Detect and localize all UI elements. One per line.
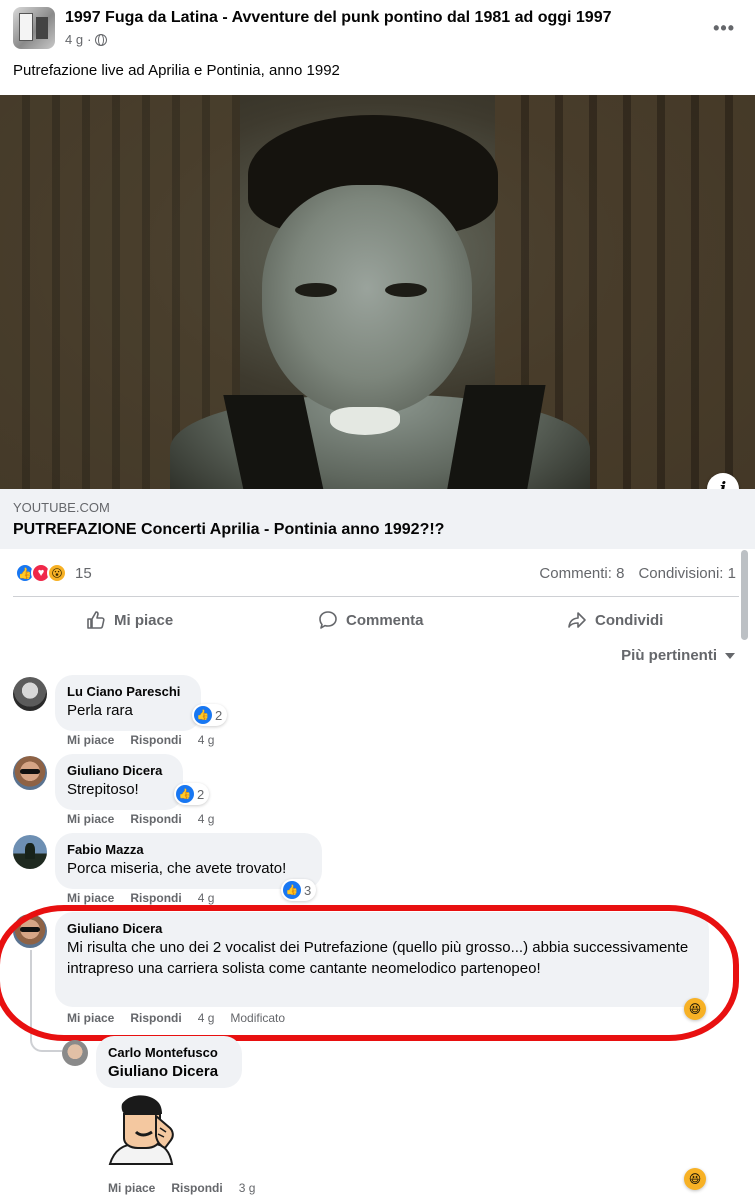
shares-count[interactable]: Condivisioni: 1 [638,565,736,582]
comment-time[interactable]: 4 g [198,891,215,905]
reaction-number: 2 [197,786,205,802]
comment-like-button[interactable]: Mi piace [67,812,114,826]
facepalm-sticker[interactable] [106,1088,186,1168]
like-label: Mi piace [114,611,174,629]
post-text: Putrefazione live ad Aprilia e Pontinia,… [13,62,340,79]
group-name[interactable]: 1997 Fuga da Latina - Avventure del punk… [65,9,612,27]
group-avatar[interactable] [13,7,55,49]
comment-bubble: Fabio Mazza Porca miseria, che avete tro… [55,833,322,889]
avatar[interactable] [13,835,47,869]
reaction-number: 3 [304,882,312,898]
comment-reply-button[interactable]: Rispondi [130,812,181,826]
post-time[interactable]: 4 g [65,32,83,47]
post-header: 1997 Fuga da Latina - Avventure del punk… [0,0,755,58]
thumbs-up-icon [87,611,105,629]
laugh-reaction-icon[interactable]: 😆 [684,1168,706,1190]
caret-down-icon [725,652,735,659]
meta-separator: · [87,32,92,47]
comment-label: Commenta [346,611,424,629]
wow-reaction-icon: 😮 [47,563,67,583]
post-stats: Commenti: 8 Condivisioni: 1 [539,565,736,582]
reaction-count[interactable]: 15 [75,565,92,582]
comment-author[interactable]: Lu Ciano Pareschi [67,683,189,700]
comment-reply-button[interactable]: Rispondi [130,733,181,747]
reply-author[interactable]: Carlo Montefusco [108,1044,230,1061]
avatar[interactable] [13,756,47,790]
reply-bubble: Carlo Montefusco Giuliano Dicera [96,1036,242,1088]
comment-bubble: Lu Ciano Pareschi Perla rara [55,675,201,731]
link-title[interactable]: PUTREFAZIONE Concerti Aprilia - Pontinia… [13,521,444,539]
share-label: Condividi [595,611,664,629]
post-meta: 4 g · [65,32,108,47]
sort-label: Più pertinenti [621,647,717,664]
share-icon [568,612,586,628]
like-reaction-icon: 👍 [194,706,212,724]
reply-like-button[interactable]: Mi piace [108,1181,155,1195]
avatar[interactable] [13,677,47,711]
comment-author[interactable]: Giuliano Dicera [67,762,171,779]
video-thumbnail[interactable] [0,95,755,489]
like-reaction-icon: 👍 [283,881,301,899]
comments-count[interactable]: Commenti: 8 [539,565,624,582]
comment-time[interactable]: 4 g [198,733,215,747]
comment-button[interactable]: Commenta [318,608,424,632]
comment-like-button[interactable]: Mi piace [67,733,114,747]
globe-icon [95,33,108,46]
like-reaction-icon: 👍 [176,785,194,803]
link-preview[interactable]: YOUTUBE.COM PUTREFAZIONE Concerti Aprili… [0,489,755,549]
comment-reaction-count[interactable]: 👍 3 [281,879,317,901]
comment-actions: Mi piace Rispondi 4 g [67,812,214,826]
comment-like-button[interactable]: Mi piace [67,891,114,905]
avatar[interactable] [62,1040,88,1066]
comment-text: Perla rara [67,702,133,719]
comment-bubble: Giuliano Dicera Strepitoso! [55,754,183,810]
comment-icon [319,611,337,629]
comment-author[interactable]: Fabio Mazza [67,841,310,858]
more-options-icon[interactable]: ••• [713,18,735,39]
comment-sort-dropdown[interactable]: Più pertinenti [621,647,735,664]
comment-text: Strepitoso! [67,781,139,798]
comment-actions: Mi piace Rispondi 4 g [67,891,214,905]
reaction-number: 2 [215,707,223,723]
comment-time[interactable]: 4 g [198,812,215,826]
reply-reply-button[interactable]: Rispondi [171,1181,222,1195]
red-highlight-circle [0,905,739,1041]
comment-actions: Mi piace Rispondi 4 g [67,733,214,747]
divider [13,596,739,597]
comment-reply-button[interactable]: Rispondi [130,891,181,905]
reaction-summary[interactable]: 👍 ♥ 😮 15 [15,563,92,583]
reply-mention[interactable]: Giuliano Dicera [108,1061,230,1082]
comment-text: Porca miseria, che avete trovato! [67,860,287,877]
link-domain: YOUTUBE.COM [13,500,110,515]
reply-actions: Mi piace Rispondi 3 g [108,1181,255,1195]
comment-reaction-count[interactable]: 👍 2 [174,783,210,805]
share-button[interactable]: Condividi [567,608,663,632]
scrollbar[interactable] [741,550,748,640]
reply-time[interactable]: 3 g [239,1181,256,1195]
comment-reaction-count[interactable]: 👍 2 [192,704,228,726]
like-button[interactable]: Mi piace [86,608,173,632]
